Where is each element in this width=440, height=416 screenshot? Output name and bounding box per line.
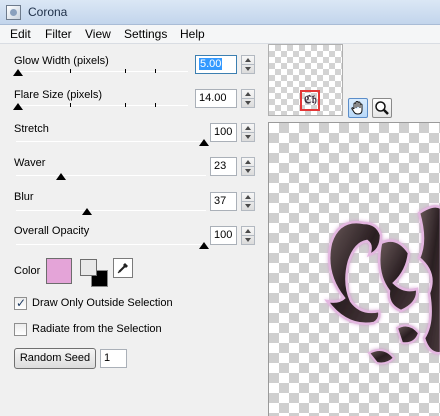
blur-label: Blur (14, 191, 34, 203)
seed-input[interactable]: 1 (100, 349, 127, 368)
controls-panel: Glow Width (pixels) 5.00 Flare Size (pix… (0, 44, 262, 416)
menu-bar: Edit Filter View Settings Help (0, 25, 440, 44)
menu-help[interactable]: Help (180, 27, 205, 41)
waver-track[interactable] (16, 175, 206, 176)
glow-width-spinner[interactable] (241, 55, 255, 74)
radiate-checkbox[interactable] (14, 323, 27, 336)
waver-input[interactable]: 23 (210, 157, 237, 176)
stretch-thumb[interactable] (199, 139, 209, 146)
opacity-track[interactable] (16, 244, 206, 245)
radiate-label: Radiate from the Selection (32, 323, 162, 335)
zoom-icon[interactable] (372, 98, 392, 118)
slider-tick (125, 103, 126, 107)
slider-tick (155, 103, 156, 107)
stretch-input[interactable]: 100 (210, 123, 237, 142)
stretch-spinner[interactable] (241, 123, 255, 142)
flare-size-thumb[interactable] (13, 103, 23, 110)
glow-width-track[interactable] (16, 71, 188, 72)
opacity-input[interactable]: 100 (210, 226, 237, 245)
opacity-label: Overall Opacity (14, 225, 90, 237)
blur-track[interactable] (16, 210, 206, 211)
glow-width-input[interactable]: 5.00 (195, 55, 237, 74)
flare-size-spinner[interactable] (241, 89, 255, 108)
menu-filter[interactable]: Filter (45, 27, 72, 41)
preview-canvas[interactable] (268, 122, 440, 416)
menu-view[interactable]: View (85, 27, 111, 41)
flare-size-label: Flare Size (pixels) (14, 89, 103, 101)
eyedropper-icon[interactable] (113, 258, 133, 278)
blur-spinner[interactable] (241, 192, 255, 211)
flare-size-input[interactable]: 14.00 (195, 89, 237, 108)
menu-edit[interactable]: Edit (10, 27, 31, 41)
opacity-spinner[interactable] (241, 226, 255, 245)
color-label: Color (14, 265, 41, 277)
stretch-label: Stretch (14, 123, 49, 135)
hand-icon[interactable] (348, 98, 368, 118)
waver-spinner[interactable] (241, 157, 255, 176)
menu-settings[interactable]: Settings (124, 27, 167, 41)
fg-bg-color-icon[interactable] (80, 259, 108, 287)
flare-size-track[interactable] (16, 105, 188, 106)
random-seed-button[interactable]: Random Seed (14, 348, 96, 369)
corona-glyph-art (324, 205, 440, 365)
slider-tick (70, 69, 71, 73)
app-icon (6, 5, 21, 20)
stretch-track[interactable] (16, 141, 206, 142)
color-swatch[interactable] (46, 258, 72, 284)
glow-width-thumb[interactable] (13, 69, 23, 76)
glow-width-label: Glow Width (pixels) (14, 55, 109, 67)
blur-thumb[interactable] (82, 208, 92, 215)
window-title: Corona (28, 5, 68, 19)
draw-outside-checkbox[interactable]: ✓ (14, 296, 27, 310)
waver-label: Waver (14, 157, 46, 169)
draw-outside-label: Draw Only Outside Selection (32, 297, 173, 309)
navigator-viewport-box[interactable] (300, 90, 320, 111)
slider-tick (125, 69, 126, 73)
slider-tick (70, 103, 71, 107)
slider-tick (155, 69, 156, 73)
opacity-thumb[interactable] (199, 242, 209, 249)
waver-thumb[interactable] (56, 173, 66, 180)
title-bar: Corona (0, 0, 440, 25)
blur-input[interactable]: 37 (210, 192, 237, 211)
